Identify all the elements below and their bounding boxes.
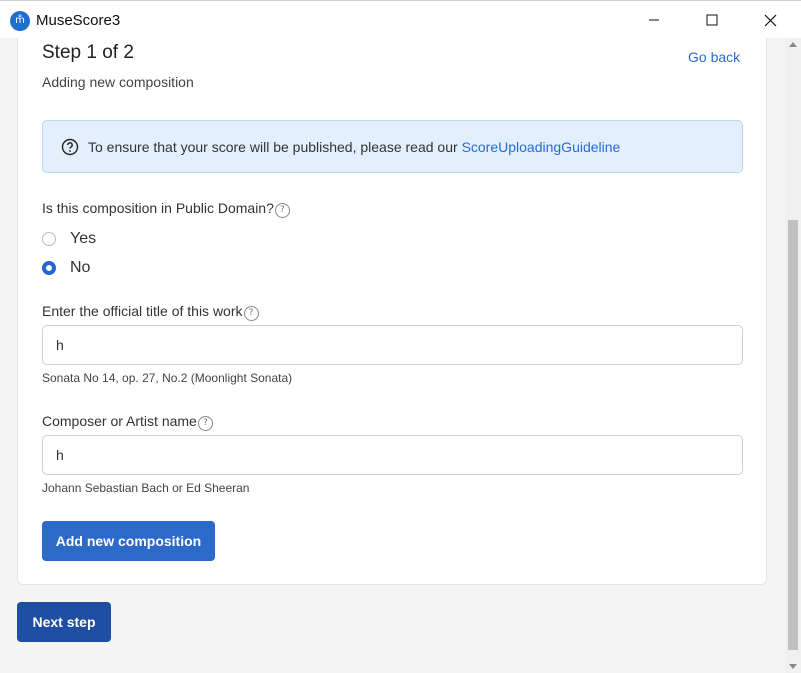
radio-no-label: No [70,259,91,276]
guideline-notice: To ensure that your score will be publis… [42,120,743,173]
close-icon [764,14,776,26]
score-uploading-guideline-link[interactable]: ScoreUploadingGuideline [462,139,621,155]
title-bar: m̊ MuseScore3 [0,0,801,38]
work-title-label: Enter the official title of this work [42,303,243,319]
vertical-scrollbar[interactable] [785,38,801,673]
help-icon[interactable]: ? [274,203,290,218]
scroll-down-arrow-icon[interactable] [789,664,797,669]
minimize-icon [649,19,659,21]
public-domain-label: Is this composition in Public Domain? [42,200,274,216]
composer-question: Composer or Artist name? [42,413,213,431]
composer-label: Composer or Artist name [42,413,197,429]
work-title-hint: Sonata No 14, op. 27, No.2 (Moonlight So… [42,371,293,385]
scroll-up-arrow-icon[interactable] [789,42,797,47]
help-icon[interactable]: ? [197,416,213,431]
work-title-input[interactable] [42,325,743,365]
composer-hint: Johann Sebastian Bach or Ed Sheeran [42,481,250,495]
next-step-button[interactable]: Next step [17,602,111,642]
radio-yes[interactable] [42,232,56,246]
window-title: MuseScore3 [36,12,121,29]
question-circle-icon [61,138,79,156]
minimize-button[interactable] [631,1,677,39]
scroll-content: Step 1 of 2 Adding new composition Go ba… [0,38,785,673]
public-domain-question: Is this composition in Public Domain?? [42,200,290,218]
maximize-button[interactable] [689,1,735,39]
radio-yes-label: Yes [70,230,97,247]
notice-text-row: To ensure that your score will be publis… [88,139,620,155]
page-subtitle: Adding new composition [42,74,194,90]
page-title: Step 1 of 2 [42,42,134,63]
notice-text: To ensure that your score will be publis… [88,139,458,155]
radio-no[interactable] [42,261,56,275]
scrollbar-thumb[interactable] [788,220,798,650]
public-domain-no-option[interactable]: No [42,258,90,278]
work-title-question: Enter the official title of this work? [42,303,259,321]
help-icon[interactable]: ? [243,306,259,321]
maximize-icon [706,14,718,26]
add-new-composition-button[interactable]: Add new composition [42,521,215,561]
public-domain-yes-option[interactable]: Yes [42,229,96,249]
go-back-link[interactable]: Go back [688,49,740,65]
musescore-logo-icon: m̊ [10,11,30,31]
close-button[interactable] [747,1,793,39]
composer-input[interactable] [42,435,743,475]
